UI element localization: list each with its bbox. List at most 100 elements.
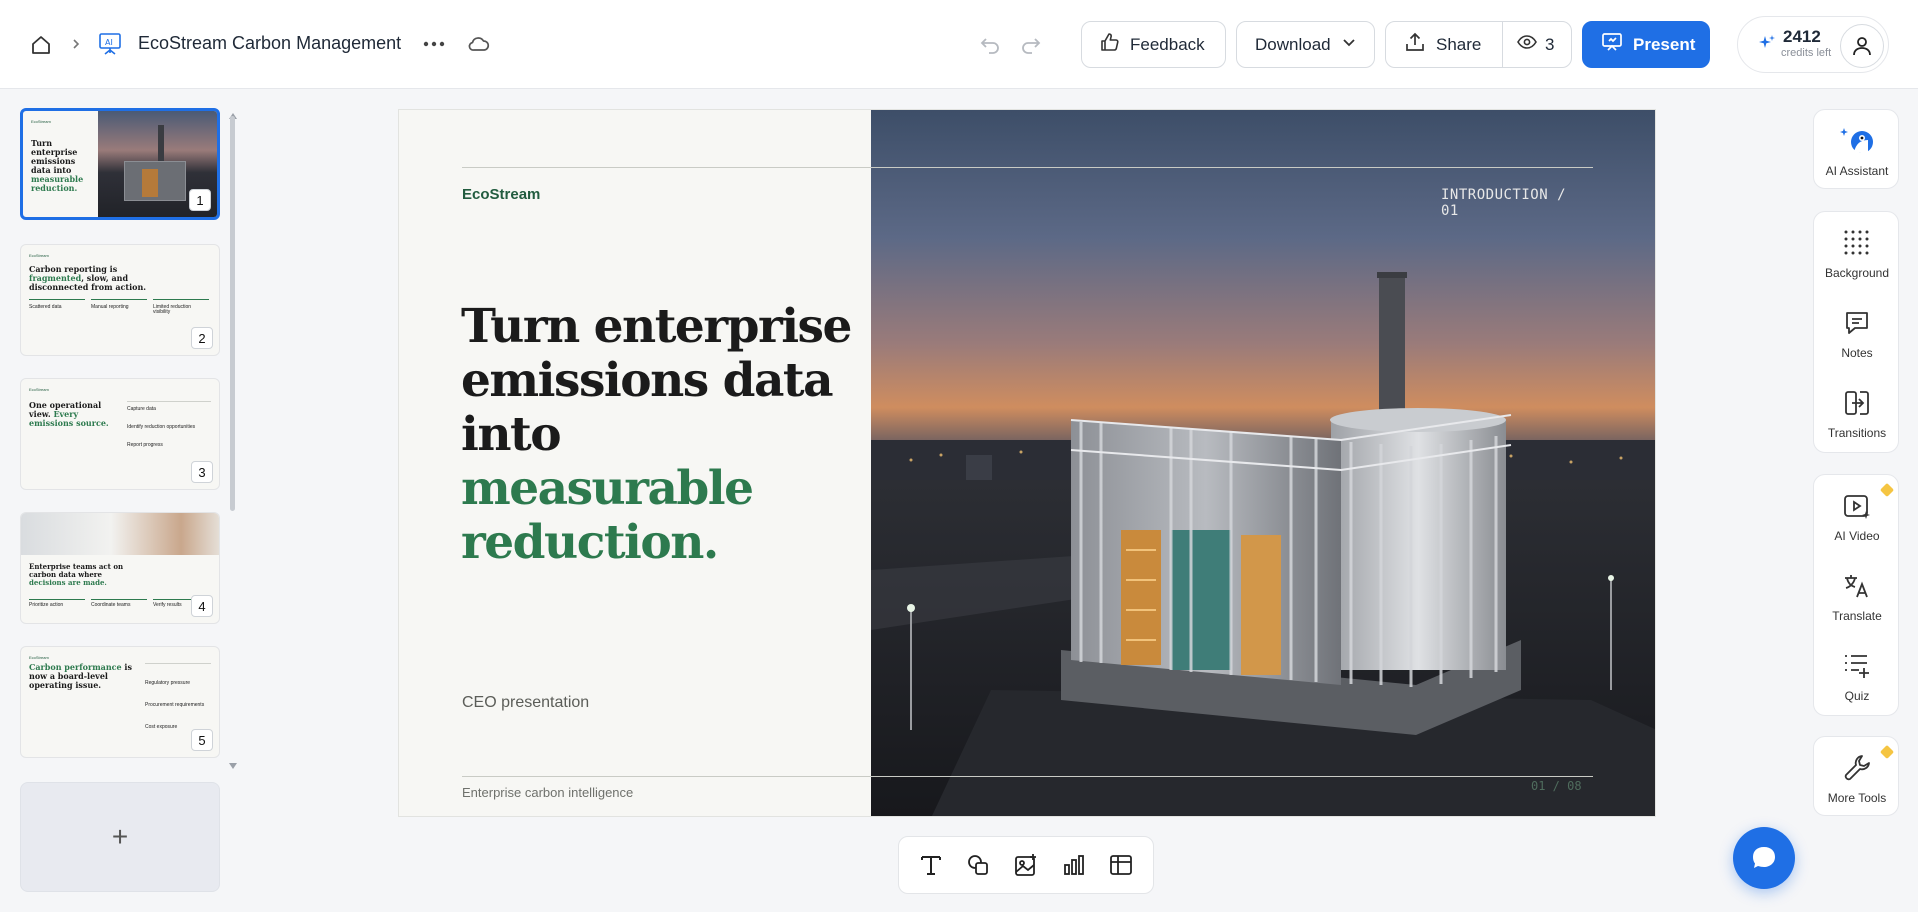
top-bar: AI EcoStream Carbon Management Feedback … <box>0 0 1918 89</box>
quiz-button[interactable]: Quiz <box>1814 649 1900 703</box>
chevron-right-icon <box>68 36 84 52</box>
ai-tools-group: AI Video Translate Quiz <box>1813 474 1899 716</box>
shapes-tool-icon[interactable] <box>960 847 996 883</box>
slide-thumbnail-1[interactable]: EcoStream Turn enterprise emissions data… <box>20 108 220 220</box>
text-tool-icon[interactable] <box>913 847 949 883</box>
feedback-button[interactable]: Feedback <box>1081 21 1226 68</box>
wrench-icon <box>1840 751 1874 785</box>
thumb-title: Turn enterprise emissions data into meas… <box>31 138 84 193</box>
add-slide-button[interactable]: + <box>20 782 220 892</box>
thumb-item: Procurement requirements <box>145 702 205 708</box>
thumb-title: Enterprise teams act on carbon data wher… <box>29 562 124 587</box>
transitions-label: Transitions <box>1827 426 1887 440</box>
thumb-number: 5 <box>191 729 213 751</box>
viewers-button[interactable]: 3 <box>1502 21 1572 68</box>
thumb-col: Prioritize action <box>29 602 64 608</box>
thumb-item: Capture data <box>127 406 156 412</box>
slide-page-label[interactable]: 01 / 08 <box>1531 779 1582 793</box>
quiz-label: Quiz <box>1844 689 1870 703</box>
background-label: Background <box>1824 266 1890 280</box>
quiz-icon <box>1840 649 1874 683</box>
ai-assistant-button[interactable]: AI Assistant <box>1814 124 1900 178</box>
table-tool-icon[interactable] <box>1103 847 1139 883</box>
thumb-photo <box>21 513 219 555</box>
share-label: Share <box>1436 34 1482 54</box>
thumb-title: Carbon reporting is fragmented, slow, an… <box>29 264 147 292</box>
avatar[interactable] <box>1840 24 1884 68</box>
design-tools-group: Background Notes Transitions <box>1813 211 1899 453</box>
plus-icon: + <box>111 821 129 852</box>
background-button[interactable]: Background <box>1814 226 1900 280</box>
document-title[interactable]: EcoStream Carbon Management <box>138 33 401 54</box>
present-icon <box>1601 31 1623 58</box>
slide-thumbnail-2[interactable]: EcoStream Carbon reporting is fragmented… <box>20 244 220 356</box>
credits-value: 2412 <box>1783 27 1821 46</box>
user-icon <box>1853 37 1871 56</box>
thumb-col: Scattered data <box>29 304 62 310</box>
slide-headline[interactable]: Turn enterprise emissions data into meas… <box>461 300 861 570</box>
ai-video-icon <box>1840 489 1874 523</box>
thumb-title: One operational view. Every emissions so… <box>29 400 109 428</box>
undo-icon[interactable] <box>978 33 1002 57</box>
slide-thumbnail-3[interactable]: EcoStream One operational view. Every em… <box>20 378 220 490</box>
chart-tool-icon[interactable] <box>1056 847 1092 883</box>
thumb-item: Identify reduction opportunities <box>127 424 196 430</box>
thumb-brand: EcoStream <box>29 253 49 258</box>
notes-button[interactable]: Notes <box>1814 306 1900 360</box>
transitions-button[interactable]: Transitions <box>1814 386 1900 440</box>
background-icon <box>1840 226 1874 260</box>
feedback-label: Feedback <box>1130 34 1205 54</box>
download-button[interactable]: Download <box>1236 21 1375 68</box>
ai-assistant-icon <box>1840 124 1874 158</box>
thumb-col: Limited reduction visibility <box>153 304 192 315</box>
slide-thumbnail-5[interactable]: EcoStream Carbon performance is now a bo… <box>20 646 220 758</box>
slide-footer[interactable]: Enterprise carbon intelligence <box>462 785 633 800</box>
credits-label: credits left <box>1781 47 1832 59</box>
slide-thumbnail-4[interactable]: Enterprise teams act on carbon data wher… <box>20 512 220 624</box>
slide-top-rule <box>462 167 1593 168</box>
thumb-item: Regulatory pressure <box>145 680 191 686</box>
chat-bubble-icon <box>1753 847 1775 868</box>
eye-icon <box>1517 34 1537 55</box>
slide-canvas[interactable]: EcoStream Turn enterprise emissions data… <box>398 109 1656 817</box>
insert-toolbar <box>898 836 1154 894</box>
scroll-down-arrow-icon[interactable] <box>229 756 237 774</box>
thumb-number: 2 <box>191 327 213 349</box>
translate-label: Translate <box>1832 609 1882 623</box>
notes-icon <box>1840 306 1874 340</box>
image-tool-icon[interactable] <box>1008 847 1044 883</box>
redo-icon[interactable] <box>1019 33 1043 57</box>
slide-brand[interactable]: EcoStream <box>462 186 540 203</box>
thumb-number: 1 <box>189 189 211 211</box>
thumb-col: Verify results <box>153 602 182 608</box>
share-button[interactable]: Share <box>1385 21 1503 68</box>
sparkle-icon <box>1758 34 1776 57</box>
ai-assistant-label: AI Assistant <box>1825 164 1889 178</box>
thumb-title: Carbon performance is now a board-level … <box>29 662 132 690</box>
slide-section-label[interactable]: INTRODUCTION / 01 <box>1441 187 1581 219</box>
notes-label: Notes <box>1841 346 1873 360</box>
slide-subtitle[interactable]: CEO presentation <box>462 694 589 712</box>
more-tools-group: More Tools <box>1813 736 1899 816</box>
translate-icon <box>1840 569 1874 603</box>
present-button[interactable]: Present <box>1582 21 1710 68</box>
thumbnails-scrollbar[interactable] <box>230 116 235 511</box>
more-tools-label: More Tools <box>1827 791 1887 805</box>
thumb-col: Coordinate teams <box>91 602 131 608</box>
ai-presentation-icon: AI <box>96 30 124 58</box>
download-label: Download <box>1255 34 1331 54</box>
translate-button[interactable]: Translate <box>1814 569 1900 623</box>
more-options-icon[interactable] <box>421 33 447 55</box>
cloud-sync-icon[interactable] <box>466 31 492 57</box>
slide-bottom-rule <box>462 776 1593 777</box>
chat-support-button[interactable] <box>1733 827 1795 889</box>
share-icon <box>1404 31 1426 58</box>
premium-gem-icon <box>1879 482 1895 498</box>
home-icon[interactable] <box>28 32 54 58</box>
svg-text:AI: AI <box>105 38 113 47</box>
present-label: Present <box>1633 34 1696 54</box>
ai-video-button[interactable]: AI Video <box>1814 482 1900 543</box>
more-tools-button[interactable]: More Tools <box>1814 744 1900 805</box>
thumb-col: Manual reporting <box>91 304 129 310</box>
chevron-down-icon <box>1341 34 1357 55</box>
